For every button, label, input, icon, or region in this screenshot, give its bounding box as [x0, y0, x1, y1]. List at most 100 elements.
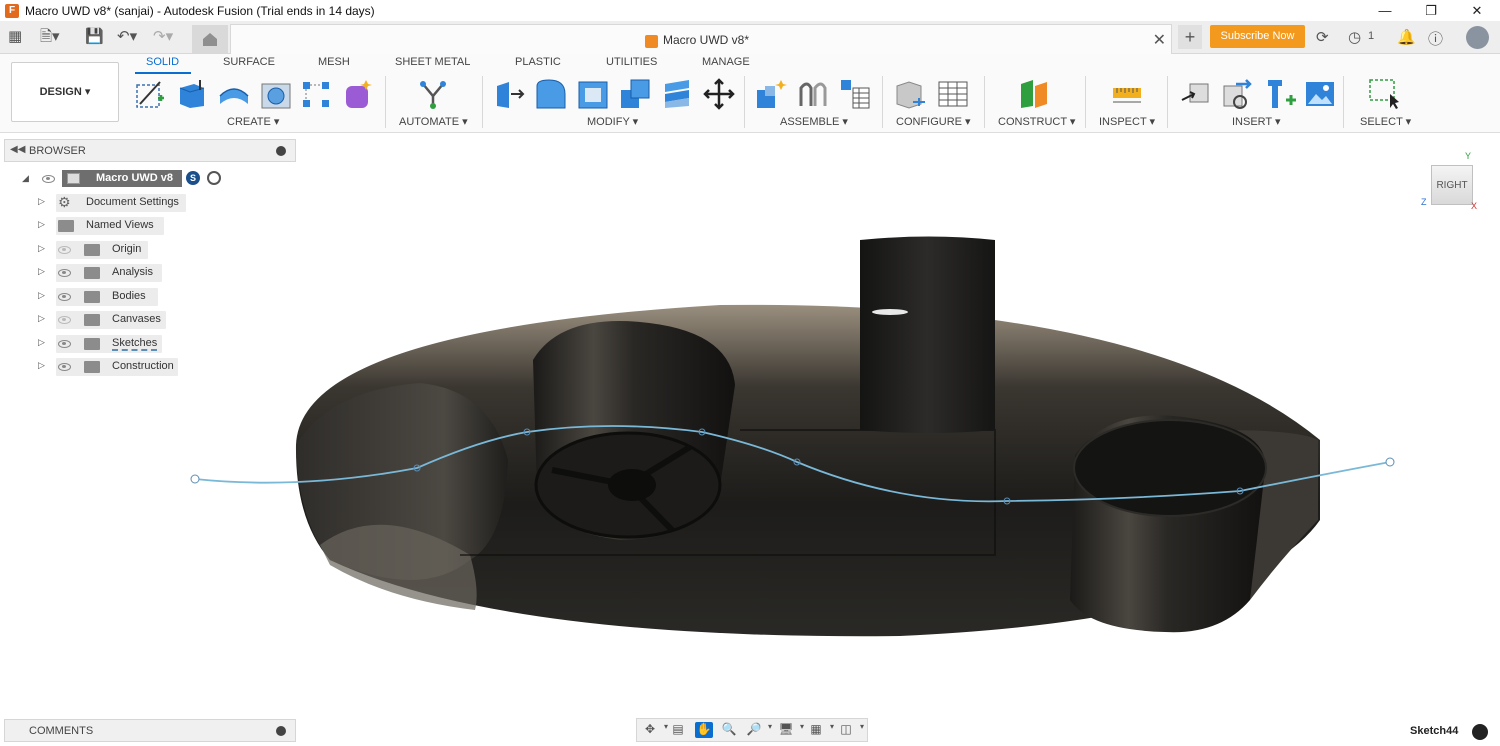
- revolve-icon[interactable]: [218, 78, 250, 110]
- expand-arrow-icon[interactable]: ▷: [38, 266, 45, 277]
- inspect-group-label[interactable]: INSPECT ▾: [1099, 115, 1155, 128]
- browser-item-label: Construction: [112, 360, 174, 372]
- bom-icon[interactable]: [839, 78, 871, 110]
- automate-group-label[interactable]: AUTOMATE ▾: [399, 115, 468, 128]
- automate-icon[interactable]: [417, 78, 449, 110]
- select-box-icon[interactable]: [1368, 78, 1400, 110]
- select-group-label[interactable]: SELECT ▾: [1360, 115, 1411, 128]
- joint-icon[interactable]: [797, 78, 829, 110]
- insert-derive-icon[interactable]: [1180, 78, 1212, 110]
- tab-solid[interactable]: SOLID: [146, 56, 179, 68]
- visibility-eye-icon[interactable]: [58, 246, 71, 254]
- insert-canvas-icon[interactable]: [1304, 78, 1336, 110]
- sketch-spline[interactable]: [190, 425, 1395, 505]
- shared-status-icon[interactable]: S: [186, 171, 200, 185]
- comments-panel[interactable]: COMMENTS: [4, 719, 296, 742]
- visibility-eye-icon[interactable]: [58, 316, 71, 324]
- expand-arrow-icon[interactable]: ▷: [38, 219, 45, 230]
- tab-sheet-metal[interactable]: SHEET METAL: [395, 56, 470, 68]
- construct-group-label[interactable]: CONSTRUCT ▾: [998, 115, 1075, 128]
- browser-title: BROWSER: [29, 145, 86, 157]
- extrude-icon[interactable]: [176, 78, 208, 110]
- minimize-button[interactable]: —: [1362, 0, 1408, 21]
- tab-plastic[interactable]: PLASTIC: [515, 56, 561, 68]
- visibility-eye-icon[interactable]: [58, 363, 71, 371]
- tab-surface[interactable]: SURFACE: [223, 56, 275, 68]
- subscribe-button[interactable]: Subscribe Now: [1210, 25, 1305, 48]
- online-status-icon[interactable]: ⟳: [1316, 28, 1329, 46]
- visibility-eye-icon[interactable]: [42, 175, 55, 183]
- viewports-dropdown-icon[interactable]: ▾: [853, 722, 871, 738]
- redo-icon[interactable]: ↷▾: [153, 27, 173, 47]
- expand-root-icon[interactable]: ◢: [22, 173, 29, 184]
- document-tab[interactable]: Macro UWD v8* ✕: [230, 24, 1172, 54]
- new-component-icon[interactable]: [755, 78, 787, 110]
- expand-arrow-icon[interactable]: ▷: [38, 243, 45, 254]
- close-tab-icon[interactable]: ✕: [1153, 30, 1166, 50]
- measure-icon[interactable]: [1111, 78, 1143, 110]
- insert-mcmaster-icon[interactable]: [1264, 78, 1296, 110]
- offset-face-icon[interactable]: [661, 78, 693, 110]
- job-status-icon[interactable]: ◷: [1348, 28, 1361, 46]
- pan-icon[interactable]: ✋: [695, 722, 713, 738]
- uwd-hull-model[interactable]: [295, 304, 1321, 637]
- form-icon[interactable]: [342, 78, 374, 110]
- expand-arrow-icon[interactable]: ▷: [38, 360, 45, 371]
- home-button[interactable]: [192, 25, 228, 53]
- view-cube-face-label: RIGHT: [1436, 180, 1468, 191]
- rear-thruster-duct[interactable]: [1070, 415, 1267, 633]
- visibility-eye-icon[interactable]: [58, 340, 71, 348]
- top-fin-tower[interactable]: [860, 236, 995, 434]
- notifications-icon[interactable]: 🔔: [1397, 28, 1416, 46]
- expand-arrow-icon[interactable]: ▷: [38, 196, 45, 207]
- front-thruster-duct[interactable]: [533, 321, 735, 540]
- new-tab-button[interactable]: +: [1178, 25, 1202, 49]
- pattern-icon[interactable]: [300, 78, 332, 110]
- browser-minimize-icon[interactable]: [276, 146, 286, 156]
- combine-icon[interactable]: [619, 78, 651, 110]
- add-comment-icon[interactable]: [276, 726, 286, 736]
- grid-icon[interactable]: ▦: [8, 27, 22, 47]
- sketch-palette-icon[interactable]: [1472, 724, 1488, 740]
- configure-group-label[interactable]: CONFIGURE ▾: [896, 115, 971, 128]
- browser-item-label: Document Settings: [86, 196, 179, 208]
- user-avatar[interactable]: [1466, 26, 1489, 49]
- restore-button[interactable]: ❐: [1408, 0, 1454, 21]
- undo-icon[interactable]: ↶▾: [117, 27, 137, 47]
- hole-icon[interactable]: [260, 78, 292, 110]
- save-icon[interactable]: 💾: [85, 27, 104, 47]
- press-pull-icon[interactable]: [493, 78, 525, 110]
- tab-utilities[interactable]: UTILITIES: [606, 56, 657, 68]
- close-window-button[interactable]: ✕: [1454, 0, 1500, 21]
- offset-plane-icon[interactable]: [1019, 78, 1051, 110]
- insert-mesh-icon[interactable]: [1222, 78, 1254, 110]
- root-component-label: Macro UWD v8: [96, 172, 174, 184]
- move-icon[interactable]: [703, 78, 735, 110]
- file-icon[interactable]: 🗎▾: [40, 27, 60, 47]
- zoom-icon[interactable]: 🔍: [720, 722, 738, 738]
- expand-arrow-icon[interactable]: ▷: [38, 290, 45, 301]
- modify-group-label[interactable]: MODIFY ▾: [587, 115, 638, 128]
- ribbon-separator: [984, 76, 985, 128]
- fillet-icon[interactable]: [535, 78, 567, 110]
- shell-icon[interactable]: [577, 78, 609, 110]
- comments-title: COMMENTS: [29, 725, 94, 737]
- assemble-group-label[interactable]: ASSEMBLE ▾: [780, 115, 848, 128]
- workspace-switcher[interactable]: DESIGN ▾: [11, 62, 119, 122]
- create-sketch-icon[interactable]: [134, 78, 166, 110]
- configure-icon[interactable]: [895, 78, 927, 110]
- insert-group-label[interactable]: INSERT ▾: [1232, 115, 1281, 128]
- activate-component-icon[interactable]: [207, 171, 221, 185]
- collapse-browser-icon[interactable]: ◀◀: [10, 144, 25, 155]
- visibility-eye-icon[interactable]: [58, 269, 71, 277]
- create-group-label[interactable]: CREATE ▾: [227, 115, 279, 128]
- tab-mesh[interactable]: MESH: [318, 56, 350, 68]
- expand-arrow-icon[interactable]: ▷: [38, 313, 45, 324]
- view-cube[interactable]: RIGHT: [1431, 165, 1473, 205]
- expand-arrow-icon[interactable]: ▷: [38, 337, 45, 348]
- tab-manage[interactable]: MANAGE: [702, 56, 750, 68]
- table-icon[interactable]: [937, 78, 969, 110]
- look-at-icon[interactable]: ▤: [669, 722, 687, 738]
- help-icon[interactable]: ⓘ: [1428, 28, 1443, 49]
- visibility-eye-icon[interactable]: [58, 293, 71, 301]
